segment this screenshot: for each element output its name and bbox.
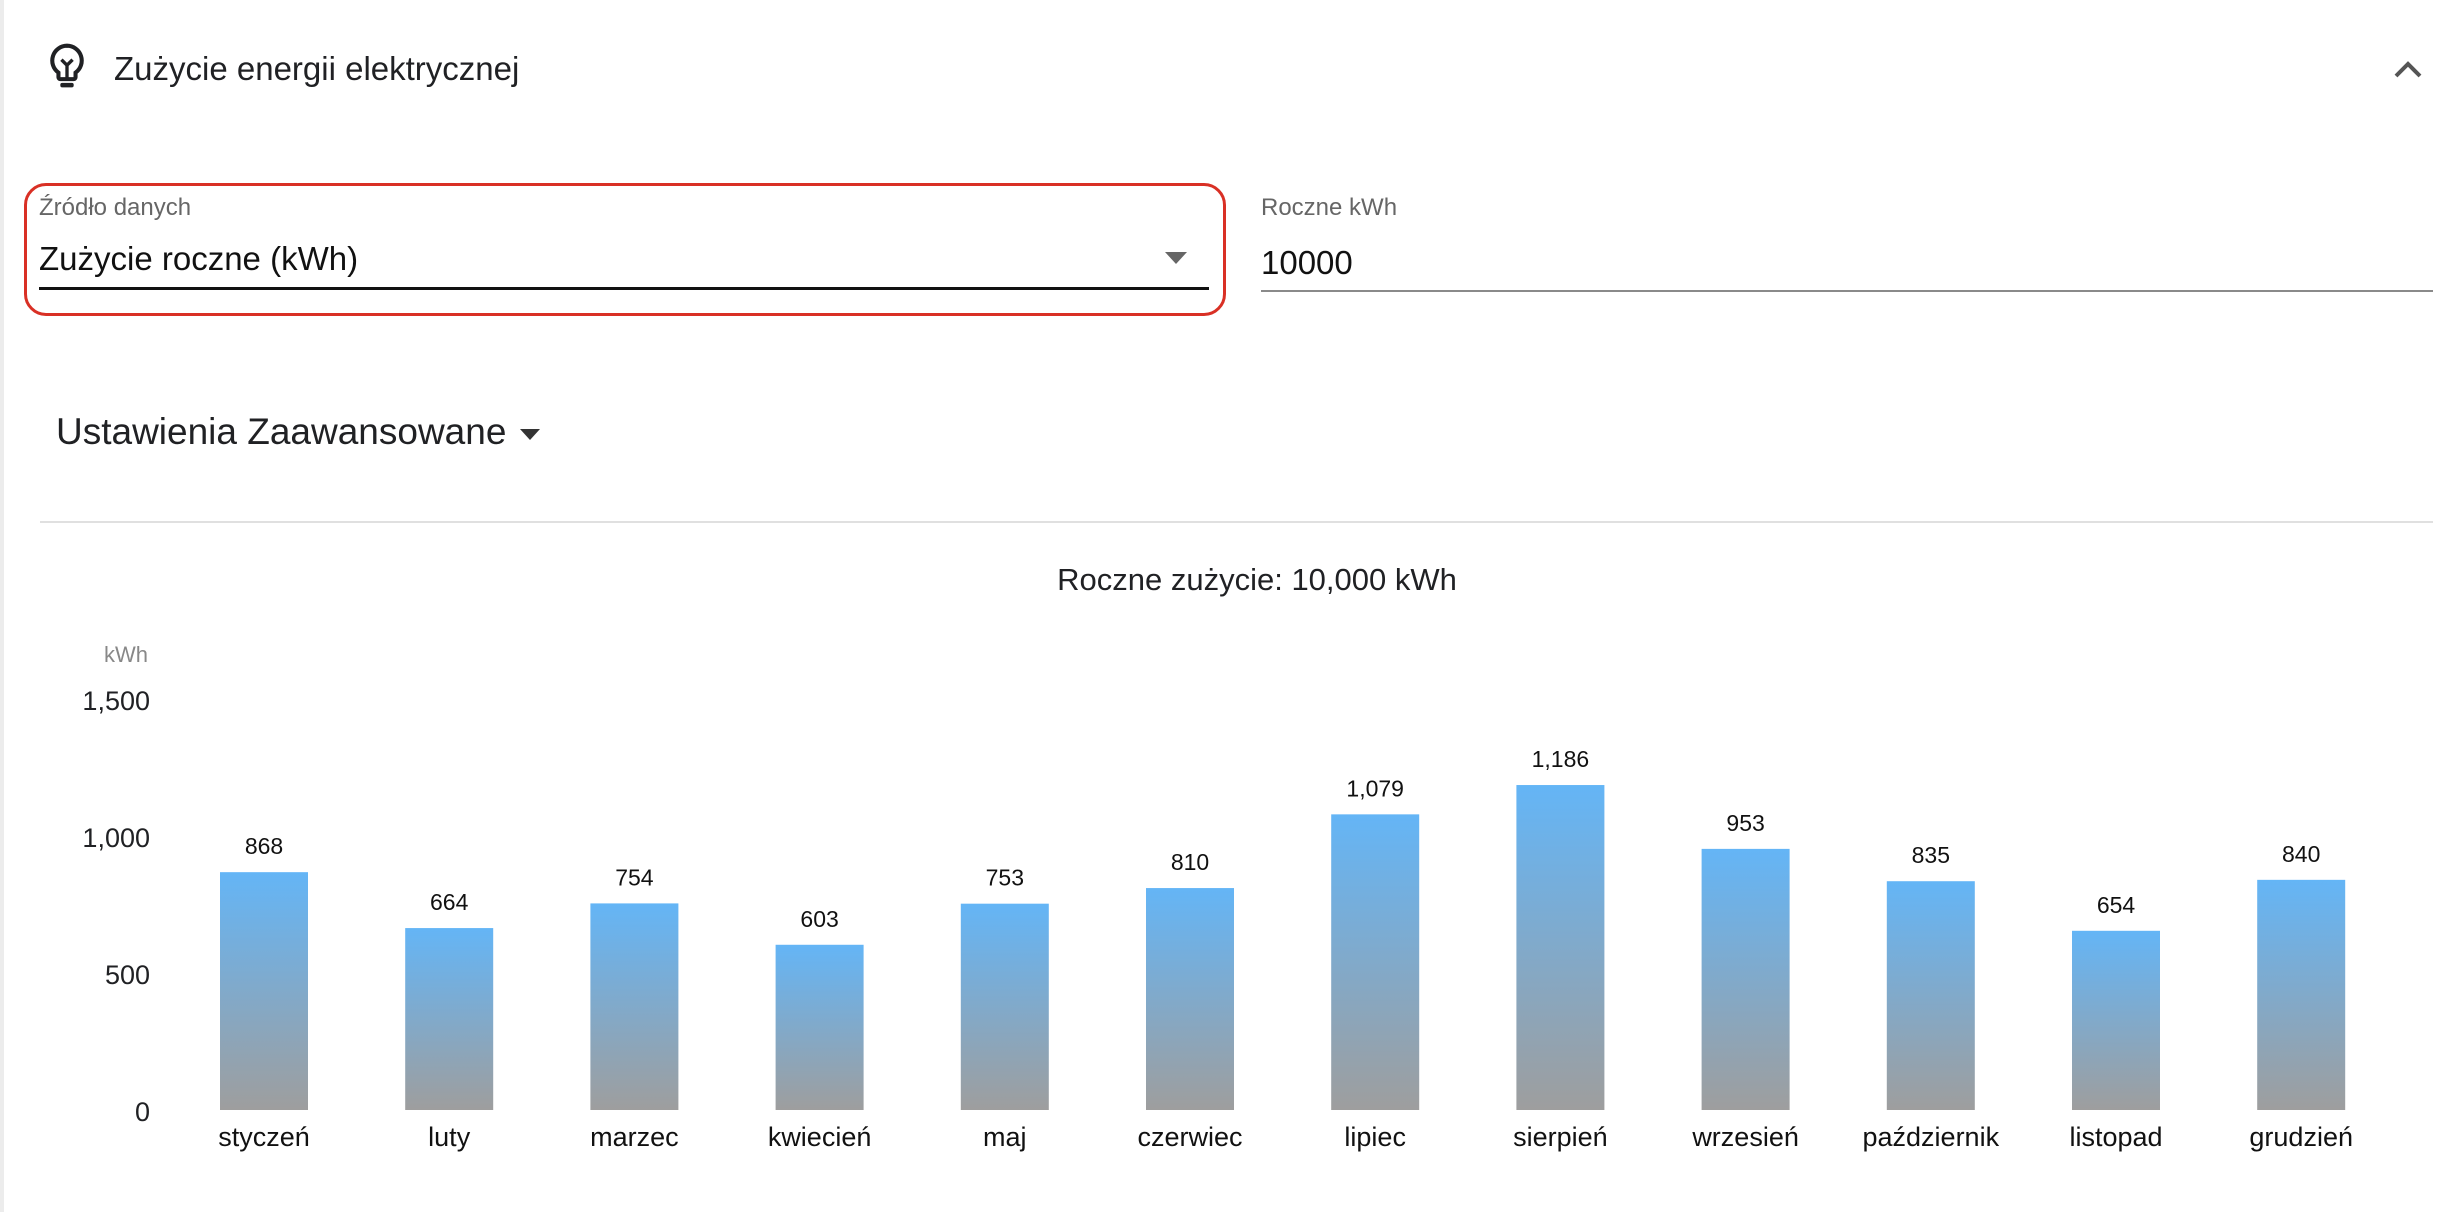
bar-czerwiec[interactable] <box>1146 888 1234 1110</box>
x-tick-label: grudzień <box>2249 1122 2353 1152</box>
bar-value-label: 654 <box>2097 892 2136 918</box>
bar-value-label: 835 <box>1912 842 1950 868</box>
x-tick-label: maj <box>983 1122 1027 1152</box>
dropdown-arrow-icon[interactable] <box>1165 252 1187 264</box>
advanced-settings-toggle[interactable]: Ustawienia Zaawansowane <box>56 411 541 453</box>
bar-wrzesień[interactable] <box>1701 848 1790 1110</box>
bar-value-label: 754 <box>615 864 654 890</box>
x-tick-label: lipiec <box>1344 1122 1406 1152</box>
bar-value-label: 1,079 <box>1346 775 1404 801</box>
chart-title: Roczne zużycie: 10,000 kWh <box>1057 562 1457 597</box>
bar-luty[interactable] <box>405 928 494 1110</box>
bar-value-label: 868 <box>245 833 283 859</box>
bar-styczeń[interactable] <box>220 872 308 1110</box>
bar-value-label: 603 <box>800 906 838 932</box>
annual-kwh-label: Roczne kWh <box>1261 194 1398 221</box>
bar-grudzień[interactable] <box>2257 879 2346 1110</box>
chevron-up-icon[interactable] <box>2380 46 2436 90</box>
caret-down-icon <box>520 428 541 440</box>
y-tick-label: 0 <box>135 1097 150 1127</box>
y-tick-label: 500 <box>105 960 150 990</box>
x-tick-label: luty <box>428 1122 471 1152</box>
x-tick-label: sierpień <box>1513 1122 1608 1152</box>
section-title: Zużycie energii elektrycznej <box>114 50 520 87</box>
data-source-value[interactable]: Zużycie roczne (kWh) <box>39 240 358 278</box>
section-header[interactable]: Zużycie energii elektrycznej <box>0 0 2454 140</box>
bar-value-label: 840 <box>2282 841 2320 867</box>
bar-kwiecień[interactable] <box>775 944 864 1110</box>
bar-marzec[interactable] <box>590 903 679 1110</box>
divider <box>40 521 2433 523</box>
annual-kwh-underline <box>1261 290 2433 292</box>
x-tick-label: styczeń <box>218 1122 310 1152</box>
bar-value-label: 1,186 <box>1532 746 1590 772</box>
annual-kwh-input[interactable] <box>1261 244 2411 282</box>
lightbulb-icon <box>50 43 84 88</box>
x-tick-label: październik <box>1863 1122 2000 1152</box>
x-tick-label: listopad <box>2069 1122 2162 1152</box>
bar-maj[interactable] <box>960 903 1049 1110</box>
x-tick-label: marzec <box>590 1122 679 1152</box>
advanced-settings-label: Ustawienia Zaawansowane <box>56 411 507 452</box>
bar-listopad[interactable] <box>2072 930 2160 1110</box>
x-tick-label: czerwiec <box>1137 1122 1242 1152</box>
y-tick-label: 1,500 <box>82 686 150 716</box>
y-tick-label: 1,000 <box>82 823 150 853</box>
bar-value-label: 753 <box>986 865 1024 891</box>
x-tick-label: wrzesień <box>1691 1122 1799 1152</box>
bar-value-label: 664 <box>430 889 469 915</box>
monthly-consumption-chart: 1,500 1,000 500 0 868 styczeń 664 luty 754 marzec… <box>82 686 2353 1152</box>
bar-październik[interactable] <box>1886 881 1975 1110</box>
data-source-underline <box>39 287 1209 290</box>
bar-lipiec[interactable] <box>1331 814 1420 1110</box>
bar-sierpień[interactable] <box>1516 785 1605 1110</box>
x-tick-label: kwiecień <box>768 1122 872 1152</box>
bar-value-label: 810 <box>1171 849 1209 875</box>
data-source-label: Źródło danych <box>39 194 192 221</box>
bar-value-label: 953 <box>1726 810 1764 836</box>
